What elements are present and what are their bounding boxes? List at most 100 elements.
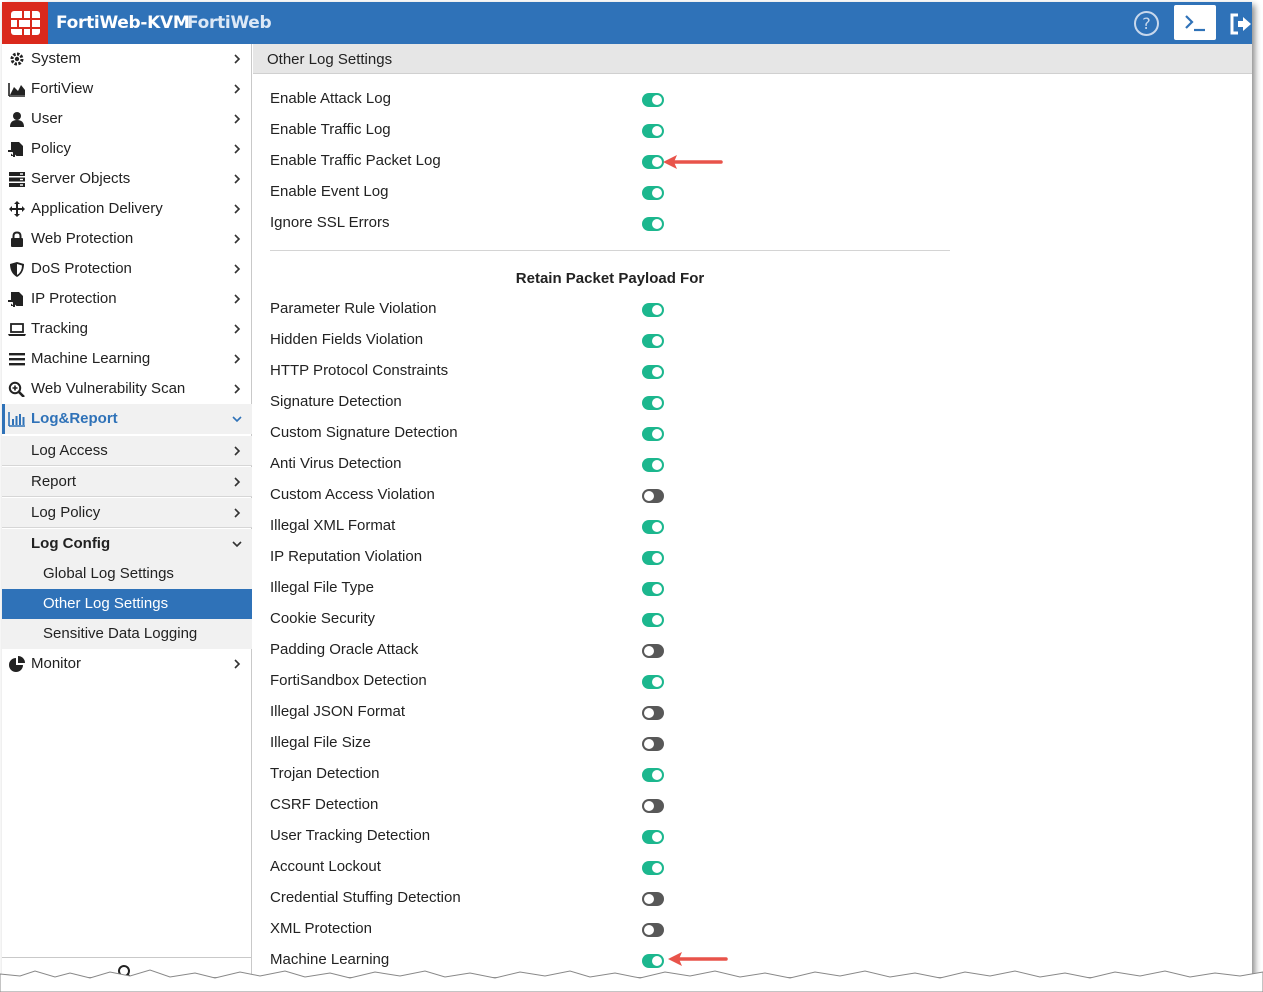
setting-label: Illegal JSON Format xyxy=(270,703,406,720)
area-chart-icon xyxy=(8,83,25,97)
toggle-switch[interactable] xyxy=(642,830,664,844)
toggle-switch[interactable] xyxy=(642,644,664,658)
toggle-switch[interactable] xyxy=(642,675,664,689)
toggle-switch[interactable] xyxy=(642,923,664,937)
toggle-knob xyxy=(652,863,662,873)
toggle-switch[interactable] xyxy=(642,427,664,441)
setting-label: Illegal File Type xyxy=(270,579,374,596)
sidebar-item-label: Web Protection xyxy=(31,230,134,247)
setting-label: Cookie Security xyxy=(270,610,376,627)
sidebar-item-machine-learning[interactable]: Machine Learning xyxy=(2,344,252,374)
toggle-switch[interactable] xyxy=(642,124,664,138)
sidebar-item-system[interactable]: System xyxy=(2,44,252,74)
toggle-knob xyxy=(652,429,662,439)
sidebar-leaf-other-log-settings[interactable]: Other Log Settings xyxy=(2,589,252,619)
sidebar-item-label: System xyxy=(31,50,82,67)
toggle-switch[interactable] xyxy=(642,768,664,782)
chevron-right-icon xyxy=(234,384,241,394)
toggle-switch[interactable] xyxy=(642,799,664,813)
move-arrows-icon xyxy=(9,201,25,217)
setting-row-xml-protection: XML Protection xyxy=(270,916,690,944)
toggle-switch[interactable] xyxy=(642,396,664,410)
setting-label: Custom Signature Detection xyxy=(270,424,458,441)
toggle-switch[interactable] xyxy=(642,458,664,472)
sidebar-item-ip-protection[interactable]: IP Protection xyxy=(2,284,252,314)
toggle-switch[interactable] xyxy=(642,93,664,107)
setting-label: Account Lockout xyxy=(270,858,381,875)
chevron-right-icon xyxy=(234,659,241,669)
sidebar-item-application-delivery[interactable]: Application Delivery xyxy=(2,194,252,224)
lock-icon xyxy=(11,231,23,247)
sidebar-sub-report[interactable]: Report xyxy=(2,467,252,497)
section-divider xyxy=(270,250,950,251)
toggle-switch[interactable] xyxy=(642,892,664,906)
hamburger-icon xyxy=(9,353,25,366)
toggle-switch[interactable] xyxy=(642,217,664,231)
sidebar-item-web-protection[interactable]: Web Protection xyxy=(2,224,252,254)
sidebar-item-tracking[interactable]: Tracking xyxy=(2,314,252,344)
setting-row-enable-traffic-packet-log: Enable Traffic Packet Log xyxy=(270,148,690,176)
sidebar-item-web-vulnerability-scan[interactable]: Web Vulnerability Scan xyxy=(2,374,252,404)
toggle-knob xyxy=(652,188,662,198)
setting-label: FortiSandbox Detection xyxy=(270,672,427,689)
toggle-knob xyxy=(644,739,654,749)
setting-row-credential-stuffing-detection: Credential Stuffing Detection xyxy=(270,885,690,913)
sidebar-sub-log-config[interactable]: Log Config xyxy=(2,529,252,559)
setting-label: Ignore SSL Errors xyxy=(270,214,390,231)
sidebar-leaf-label: Sensitive Data Logging xyxy=(43,625,198,642)
toggle-switch[interactable] xyxy=(642,551,664,565)
sidebar-item-dos-protection[interactable]: DoS Protection xyxy=(2,254,252,284)
toggle-switch[interactable] xyxy=(642,186,664,200)
content-header: Other Log Settings xyxy=(253,44,1252,74)
sidebar-item-label: Log&Report xyxy=(31,410,118,427)
toggle-switch[interactable] xyxy=(642,489,664,503)
magnifier-plus-icon xyxy=(8,381,25,397)
cli-console-button[interactable] xyxy=(1174,5,1216,40)
server-icon xyxy=(9,172,25,187)
sidebar-item-server-objects[interactable]: Server Objects xyxy=(2,164,252,194)
setting-label: XML Protection xyxy=(270,920,372,937)
sidebar-leaf-global-log-settings[interactable]: Global Log Settings xyxy=(2,559,252,589)
policy-icon xyxy=(8,142,23,157)
setting-label: Illegal File Size xyxy=(270,734,371,751)
sidebar-leaf-sensitive-data-logging[interactable]: Sensitive Data Logging xyxy=(2,619,252,649)
toggle-knob xyxy=(652,522,662,532)
chevron-right-icon xyxy=(234,54,241,64)
fortinet-logo-icon[interactable] xyxy=(2,2,48,44)
sidebar-leaf-label: Global Log Settings xyxy=(43,565,174,582)
toggle-switch[interactable] xyxy=(642,365,664,379)
bar-chart-icon xyxy=(8,412,25,427)
toggle-switch[interactable] xyxy=(642,303,664,317)
top-bar: FortiWeb-KVM FortiWeb ? xyxy=(2,2,1252,44)
sidebar-item-policy[interactable]: Policy xyxy=(2,134,252,164)
toggle-switch[interactable] xyxy=(642,706,664,720)
toggle-switch[interactable] xyxy=(642,582,664,596)
toggle-knob xyxy=(652,553,662,563)
setting-label: Parameter Rule Violation xyxy=(270,300,437,317)
sidebar-item-fortiview[interactable]: FortiView xyxy=(2,74,252,104)
toggle-switch[interactable] xyxy=(642,737,664,751)
toggle-knob xyxy=(644,801,654,811)
chevron-right-icon xyxy=(234,84,241,94)
toggle-knob xyxy=(652,770,662,780)
sidebar: System FortiView User Policy Server Objects A… xyxy=(2,44,252,977)
chevron-right-icon xyxy=(234,144,241,154)
sidebar-item-log-report[interactable]: Log&Report xyxy=(2,404,252,434)
chevron-down-icon xyxy=(232,416,242,423)
sidebar-sub-log-policy[interactable]: Log Policy xyxy=(2,498,252,528)
sidebar-item-user[interactable]: User xyxy=(2,104,252,134)
setting-label: Hidden Fields Violation xyxy=(270,331,424,348)
toggle-switch[interactable] xyxy=(642,520,664,534)
toggle-switch[interactable] xyxy=(642,613,664,627)
sidebar-item-monitor[interactable]: Monitor xyxy=(2,649,252,679)
setting-row-fortisandbox-detection: FortiSandbox Detection xyxy=(270,668,690,696)
toggle-switch[interactable] xyxy=(642,334,664,348)
sidebar-sub-log-access[interactable]: Log Access xyxy=(2,436,252,466)
app-title: FortiWeb-KVM xyxy=(56,13,190,33)
chevron-right-icon xyxy=(234,477,241,487)
help-icon[interactable]: ? xyxy=(1134,11,1159,36)
logout-icon[interactable] xyxy=(1228,12,1252,36)
toggle-switch[interactable] xyxy=(642,861,664,875)
user-icon xyxy=(10,112,24,127)
setting-row-ip-reputation-violation: IP Reputation Violation xyxy=(270,544,690,572)
